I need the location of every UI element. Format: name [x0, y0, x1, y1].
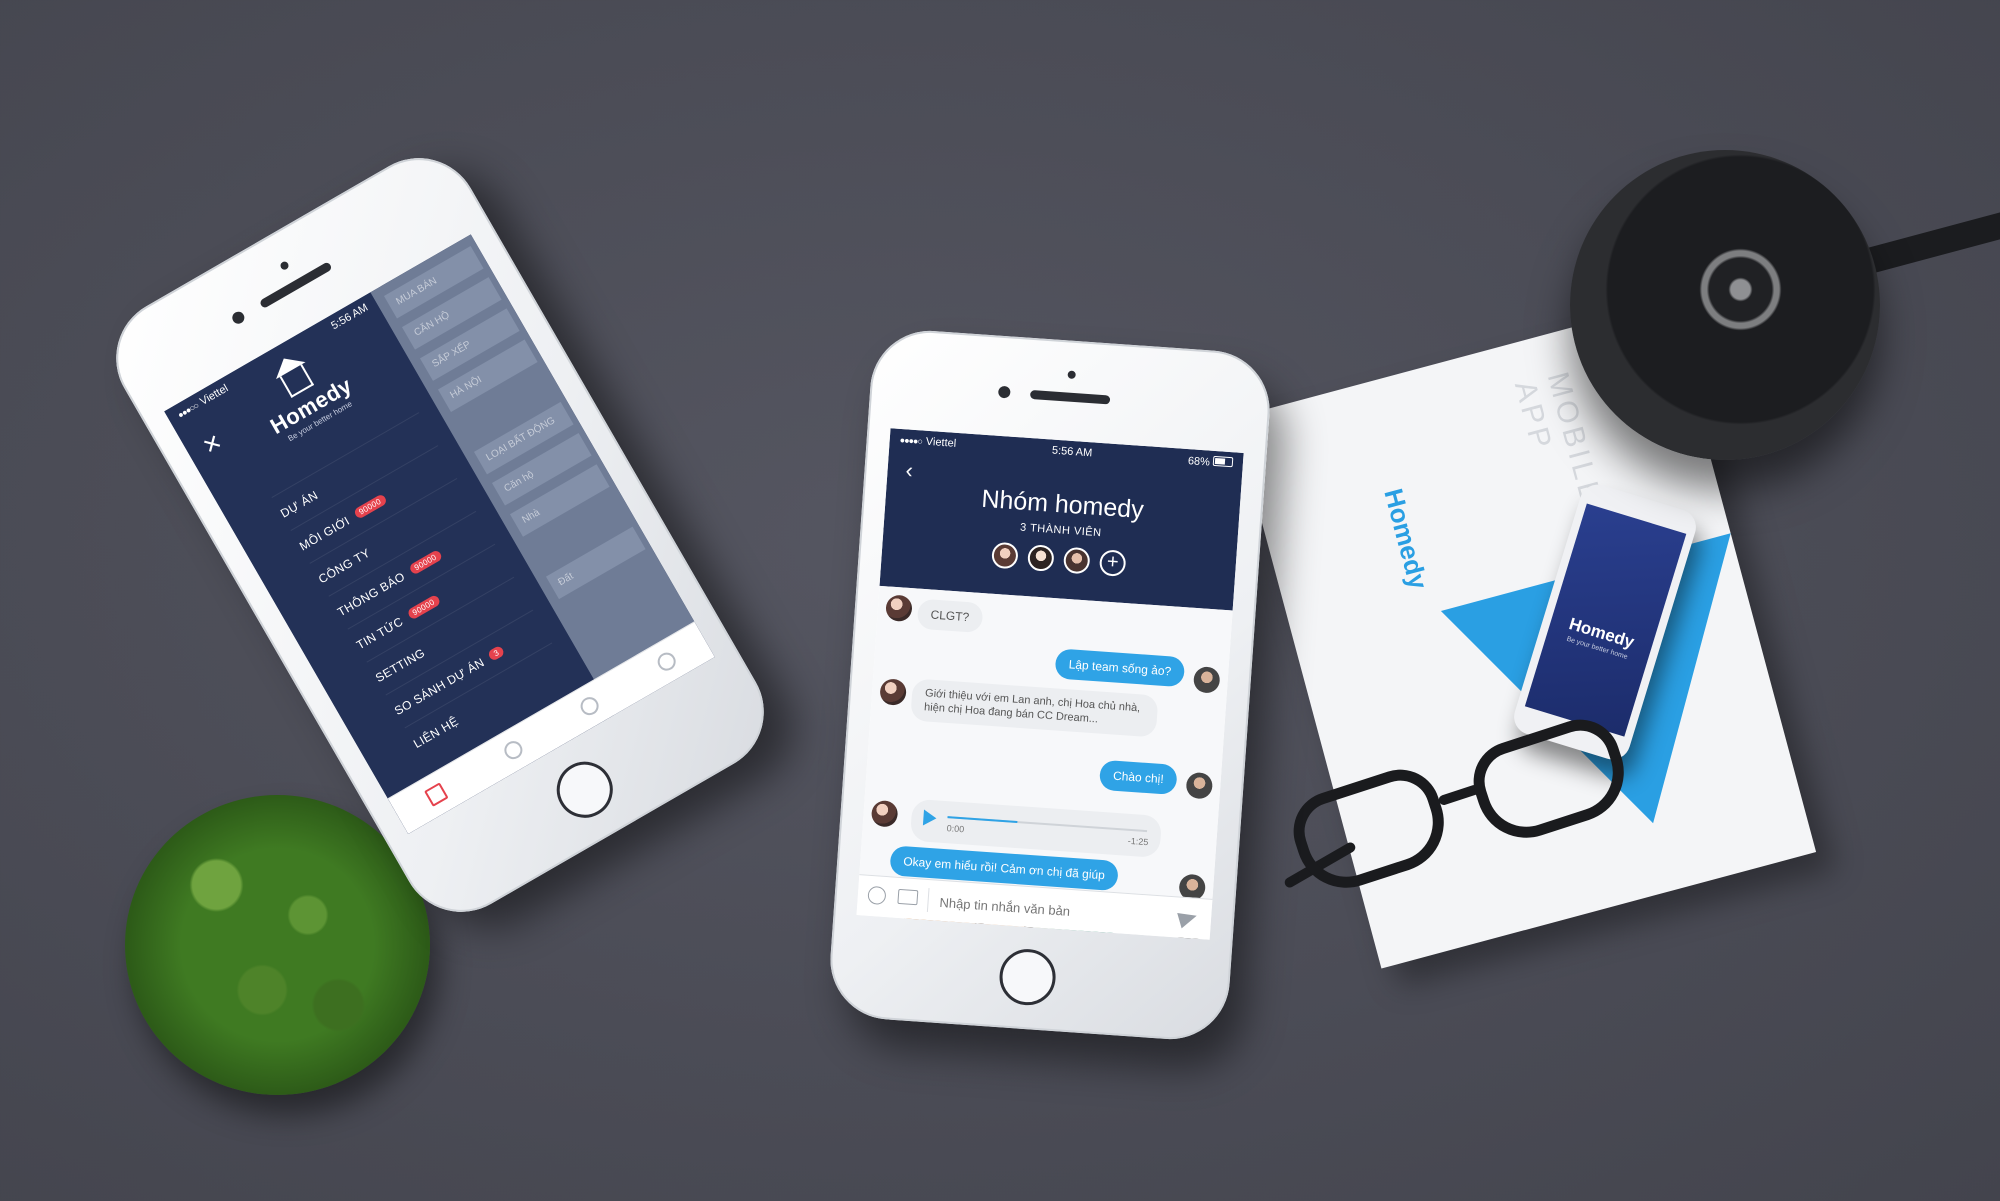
avatar[interactable] [1062, 546, 1091, 575]
avatar[interactable] [1026, 544, 1055, 572]
add-member-icon[interactable]: + [1098, 549, 1127, 577]
clock: 5:56 AM [329, 301, 371, 333]
play-icon[interactable] [922, 809, 937, 827]
chat-phone: ●●●●○ Viettel 5:56 AM 68% ‹ Nhóm homedy 3… [826, 326, 1274, 1044]
count-badge: 90000 [407, 549, 444, 576]
proximity-sensor [279, 260, 290, 272]
message-bubble: Chào chị! [1099, 759, 1178, 796]
send-icon[interactable] [1177, 908, 1199, 929]
profile-icon[interactable] [654, 649, 679, 675]
avatar [879, 678, 907, 706]
audio-remaining-time: -1:25 [1127, 835, 1149, 848]
count-badge: 90000 [352, 493, 388, 520]
emoji-icon[interactable] [867, 885, 887, 906]
audio-track[interactable] [947, 816, 1148, 833]
menu-screen: MUA BÁN CĂN HỘ SẮP XẾP HÀ NỘI LOẠI BẤT Đ… [164, 234, 715, 834]
front-camera [997, 385, 1011, 399]
count-badge: 3 [487, 644, 506, 662]
message-bubble: Giới thiệu với em Lan anh, chị Hoa chủ n… [910, 678, 1159, 738]
avatar [1185, 771, 1214, 800]
desk-lamp [1570, 150, 1880, 460]
earpiece-speaker [258, 261, 333, 310]
clock: 5:56 AM [1051, 444, 1093, 460]
carrier: Viettel [198, 382, 231, 408]
battery-icon [1212, 455, 1234, 467]
image-icon[interactable] [897, 888, 919, 906]
message-list: CLGT? Lập team sống ảo? Giới thiệu với e… [859, 585, 1233, 940]
message-bubble: CLGT? [916, 598, 984, 634]
avatar [870, 799, 899, 828]
signal-icon: ●●●●○ [899, 434, 923, 447]
carrier: Viettel [925, 435, 957, 450]
avatar [885, 594, 913, 623]
audio-start-time: 0:00 [946, 823, 965, 835]
earpiece-speaker [1029, 389, 1111, 405]
chat-icon[interactable] [500, 737, 526, 763]
menu-phone: MUA BÁN CĂN HỘ SẮP XẾP HÀ NỘI LOẠI BẤT Đ… [94, 136, 786, 934]
menu-item-label: LIÊN HỆ [410, 713, 461, 751]
count-badge: 90000 [406, 594, 442, 621]
message-input[interactable] [936, 889, 1152, 929]
chat-screen: ●●●●○ Viettel 5:56 AM 68% ‹ Nhóm homedy 3… [856, 428, 1244, 940]
home-button[interactable] [546, 751, 624, 828]
divider [926, 888, 930, 913]
chat-header: ●●●●○ Viettel 5:56 AM 68% ‹ Nhóm homedy 3… [879, 428, 1244, 611]
message-bubble: Lập team sống ảo? [1054, 648, 1186, 688]
avatar[interactable] [991, 541, 1019, 570]
avatar [1192, 666, 1221, 694]
front-camera [230, 309, 247, 326]
search-icon[interactable] [577, 693, 603, 719]
close-icon[interactable]: ✕ [198, 429, 227, 461]
home-button[interactable] [997, 947, 1058, 1008]
status-bar: ●●●●○ Viettel 5:56 AM 68% [889, 428, 1244, 475]
proximity-sensor [1067, 370, 1076, 380]
audio-progress [947, 816, 1018, 824]
signal-icon: ●●●○○ [175, 400, 201, 421]
battery-percent: 68% [1187, 454, 1211, 469]
home-icon[interactable] [424, 782, 449, 807]
brochure-logo: Homedy [1378, 485, 1434, 593]
listing-type-land: Đất [545, 526, 646, 600]
